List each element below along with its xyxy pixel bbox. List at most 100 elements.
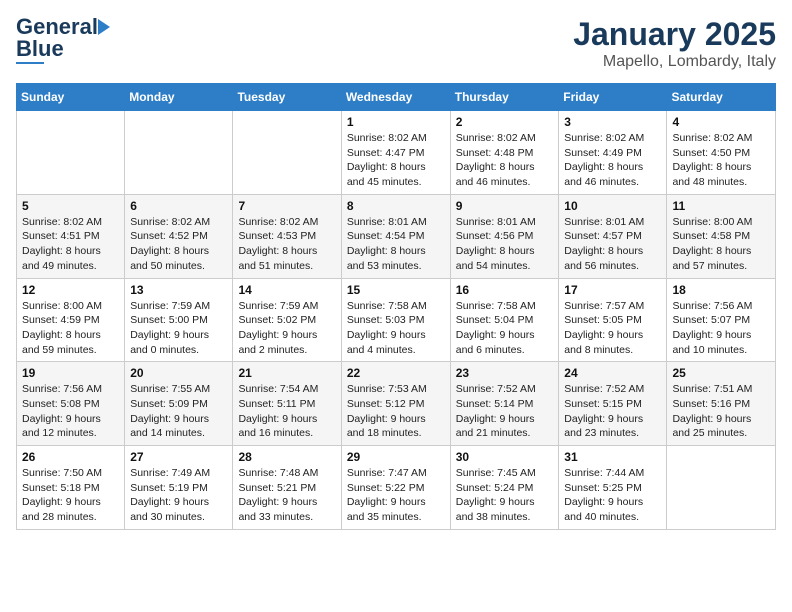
day-number: 18 bbox=[672, 283, 770, 297]
day-number: 25 bbox=[672, 366, 770, 380]
day-cell: 17Sunrise: 7:57 AM Sunset: 5:05 PM Dayli… bbox=[559, 278, 667, 362]
week-row-5: 26 Sunrise: 7:50 AM Sunset: 5:18 PM Dayli… bbox=[17, 446, 776, 530]
logo-underline bbox=[16, 62, 44, 64]
day-cell: 31Sunrise: 7:44 AM Sunset: 5:25 PM Dayli… bbox=[559, 446, 667, 530]
day-number: 9 bbox=[456, 199, 554, 213]
day-number: 2 bbox=[456, 115, 554, 129]
day-header-monday: Monday bbox=[125, 84, 233, 111]
day-number: 31 bbox=[564, 450, 661, 464]
day-info: Sunrise: 8:02 AM Sunset: 4:50 PM Dayligh… bbox=[672, 131, 770, 190]
day-cell: 27 Sunrise: 7:49 AM Sunset: 5:19 PM Dayli… bbox=[125, 446, 233, 530]
day-cell: 2 Sunrise: 8:02 AM Sunset: 4:48 PM Daylig… bbox=[450, 111, 559, 195]
day-number: 4 bbox=[672, 115, 770, 129]
day-cell: 18Sunrise: 7:56 AM Sunset: 5:07 PM Dayli… bbox=[667, 278, 776, 362]
day-info: Sunrise: 7:51 AM Sunset: 5:16 PM Dayligh… bbox=[672, 382, 770, 441]
day-cell: 24 Sunrise: 7:52 AM Sunset: 5:15 PM Dayli… bbox=[559, 362, 667, 446]
day-header-sunday: Sunday bbox=[17, 84, 125, 111]
week-row-1: 1 Sunrise: 8:02 AM Sunset: 4:47 PM Daylig… bbox=[17, 111, 776, 195]
day-number: 21 bbox=[238, 366, 335, 380]
calendar-title: January 2025 bbox=[573, 16, 776, 53]
day-info: Sunrise: 8:02 AM Sunset: 4:52 PM Dayligh… bbox=[130, 215, 227, 274]
title-block: January 2025 Mapello, Lombardy, Italy bbox=[573, 16, 776, 71]
day-info: Sunrise: 8:00 AM Sunset: 4:58 PM Dayligh… bbox=[672, 215, 770, 274]
day-header-wednesday: Wednesday bbox=[341, 84, 450, 111]
day-cell: 14Sunrise: 7:59 AM Sunset: 5:02 PM Dayli… bbox=[233, 278, 341, 362]
day-cell: 1 Sunrise: 8:02 AM Sunset: 4:47 PM Daylig… bbox=[341, 111, 450, 195]
day-number: 28 bbox=[238, 450, 335, 464]
day-cell: 10 Sunrise: 8:01 AM Sunset: 4:57 PM Dayli… bbox=[559, 194, 667, 278]
week-row-3: 12 Sunrise: 8:00 AM Sunset: 4:59 PM Dayli… bbox=[17, 278, 776, 362]
day-cell: 29 Sunrise: 7:47 AM Sunset: 5:22 PM Dayli… bbox=[341, 446, 450, 530]
logo-arrow-icon bbox=[98, 19, 110, 35]
day-number: 16 bbox=[456, 283, 554, 297]
days-header-row: SundayMondayTuesdayWednesdayThursdayFrid… bbox=[17, 84, 776, 111]
day-cell: 12 Sunrise: 8:00 AM Sunset: 4:59 PM Dayli… bbox=[17, 278, 125, 362]
day-info: Sunrise: 7:49 AM Sunset: 5:19 PM Dayligh… bbox=[130, 466, 227, 525]
day-cell: 19 Sunrise: 7:56 AM Sunset: 5:08 PM Dayli… bbox=[17, 362, 125, 446]
day-info: Sunrise: 8:01 AM Sunset: 4:54 PM Dayligh… bbox=[347, 215, 445, 274]
day-cell bbox=[667, 446, 776, 530]
calendar-subtitle: Mapello, Lombardy, Italy bbox=[573, 53, 776, 71]
day-cell: 9Sunrise: 8:01 AM Sunset: 4:56 PM Daylig… bbox=[450, 194, 559, 278]
calendar-header: SundayMondayTuesdayWednesdayThursdayFrid… bbox=[17, 84, 776, 111]
day-info: Sunrise: 7:45 AM Sunset: 5:24 PM Dayligh… bbox=[456, 466, 554, 525]
day-number: 14 bbox=[238, 283, 335, 297]
day-number: 19 bbox=[22, 366, 119, 380]
day-number: 24 bbox=[564, 366, 661, 380]
day-info: Sunrise: 8:02 AM Sunset: 4:48 PM Dayligh… bbox=[456, 131, 554, 190]
day-number: 7 bbox=[238, 199, 335, 213]
day-number: 15 bbox=[347, 283, 445, 297]
calendar-table: SundayMondayTuesdayWednesdayThursdayFrid… bbox=[16, 83, 776, 530]
day-number: 23 bbox=[456, 366, 554, 380]
day-header-tuesday: Tuesday bbox=[233, 84, 341, 111]
day-info: Sunrise: 8:02 AM Sunset: 4:53 PM Dayligh… bbox=[238, 215, 335, 274]
day-info: Sunrise: 8:01 AM Sunset: 4:57 PM Dayligh… bbox=[564, 215, 661, 274]
day-number: 22 bbox=[347, 366, 445, 380]
day-cell: 11 Sunrise: 8:00 AM Sunset: 4:58 PM Dayli… bbox=[667, 194, 776, 278]
day-info: Sunrise: 7:58 AM Sunset: 5:03 PM Dayligh… bbox=[347, 299, 445, 358]
day-cell: 13Sunrise: 7:59 AM Sunset: 5:00 PM Dayli… bbox=[125, 278, 233, 362]
day-number: 29 bbox=[347, 450, 445, 464]
day-cell: 23 Sunrise: 7:52 AM Sunset: 5:14 PM Dayli… bbox=[450, 362, 559, 446]
day-info: Sunrise: 8:02 AM Sunset: 4:49 PM Dayligh… bbox=[564, 131, 661, 190]
day-header-saturday: Saturday bbox=[667, 84, 776, 111]
day-cell: 8 Sunrise: 8:01 AM Sunset: 4:54 PM Daylig… bbox=[341, 194, 450, 278]
day-number: 17 bbox=[564, 283, 661, 297]
day-info: Sunrise: 8:00 AM Sunset: 4:59 PM Dayligh… bbox=[22, 299, 119, 358]
day-info: Sunrise: 7:50 AM Sunset: 5:18 PM Dayligh… bbox=[22, 466, 119, 525]
day-info: Sunrise: 7:59 AM Sunset: 5:00 PM Dayligh… bbox=[130, 299, 227, 358]
day-info: Sunrise: 8:02 AM Sunset: 4:51 PM Dayligh… bbox=[22, 215, 119, 274]
day-info: Sunrise: 7:47 AM Sunset: 5:22 PM Dayligh… bbox=[347, 466, 445, 525]
day-number: 5 bbox=[22, 199, 119, 213]
day-cell bbox=[125, 111, 233, 195]
day-cell: 25 Sunrise: 7:51 AM Sunset: 5:16 PM Dayli… bbox=[667, 362, 776, 446]
day-info: Sunrise: 7:58 AM Sunset: 5:04 PM Dayligh… bbox=[456, 299, 554, 358]
day-number: 10 bbox=[564, 199, 661, 213]
day-number: 27 bbox=[130, 450, 227, 464]
day-info: Sunrise: 7:54 AM Sunset: 5:11 PM Dayligh… bbox=[238, 382, 335, 441]
week-row-2: 5 Sunrise: 8:02 AM Sunset: 4:51 PM Daylig… bbox=[17, 194, 776, 278]
day-number: 8 bbox=[347, 199, 445, 213]
day-info: Sunrise: 8:02 AM Sunset: 4:47 PM Dayligh… bbox=[347, 131, 445, 190]
day-info: Sunrise: 7:52 AM Sunset: 5:14 PM Dayligh… bbox=[456, 382, 554, 441]
day-info: Sunrise: 7:56 AM Sunset: 5:08 PM Dayligh… bbox=[22, 382, 119, 441]
day-cell: 6 Sunrise: 8:02 AM Sunset: 4:52 PM Daylig… bbox=[125, 194, 233, 278]
day-cell bbox=[233, 111, 341, 195]
day-cell: 16 Sunrise: 7:58 AM Sunset: 5:04 PM Dayli… bbox=[450, 278, 559, 362]
day-number: 12 bbox=[22, 283, 119, 297]
day-info: Sunrise: 7:55 AM Sunset: 5:09 PM Dayligh… bbox=[130, 382, 227, 441]
day-number: 1 bbox=[347, 115, 445, 129]
day-number: 3 bbox=[564, 115, 661, 129]
day-number: 26 bbox=[22, 450, 119, 464]
page-header: General Blue January 2025 Mapello, Lomba… bbox=[16, 16, 776, 71]
day-info: Sunrise: 7:52 AM Sunset: 5:15 PM Dayligh… bbox=[564, 382, 661, 441]
day-cell bbox=[17, 111, 125, 195]
day-cell: 5 Sunrise: 8:02 AM Sunset: 4:51 PM Daylig… bbox=[17, 194, 125, 278]
day-cell: 4 Sunrise: 8:02 AM Sunset: 4:50 PM Daylig… bbox=[667, 111, 776, 195]
day-number: 11 bbox=[672, 199, 770, 213]
logo: General Blue bbox=[16, 16, 110, 64]
day-number: 6 bbox=[130, 199, 227, 213]
day-header-friday: Friday bbox=[559, 84, 667, 111]
day-info: Sunrise: 7:48 AM Sunset: 5:21 PM Dayligh… bbox=[238, 466, 335, 525]
day-info: Sunrise: 7:53 AM Sunset: 5:12 PM Dayligh… bbox=[347, 382, 445, 441]
